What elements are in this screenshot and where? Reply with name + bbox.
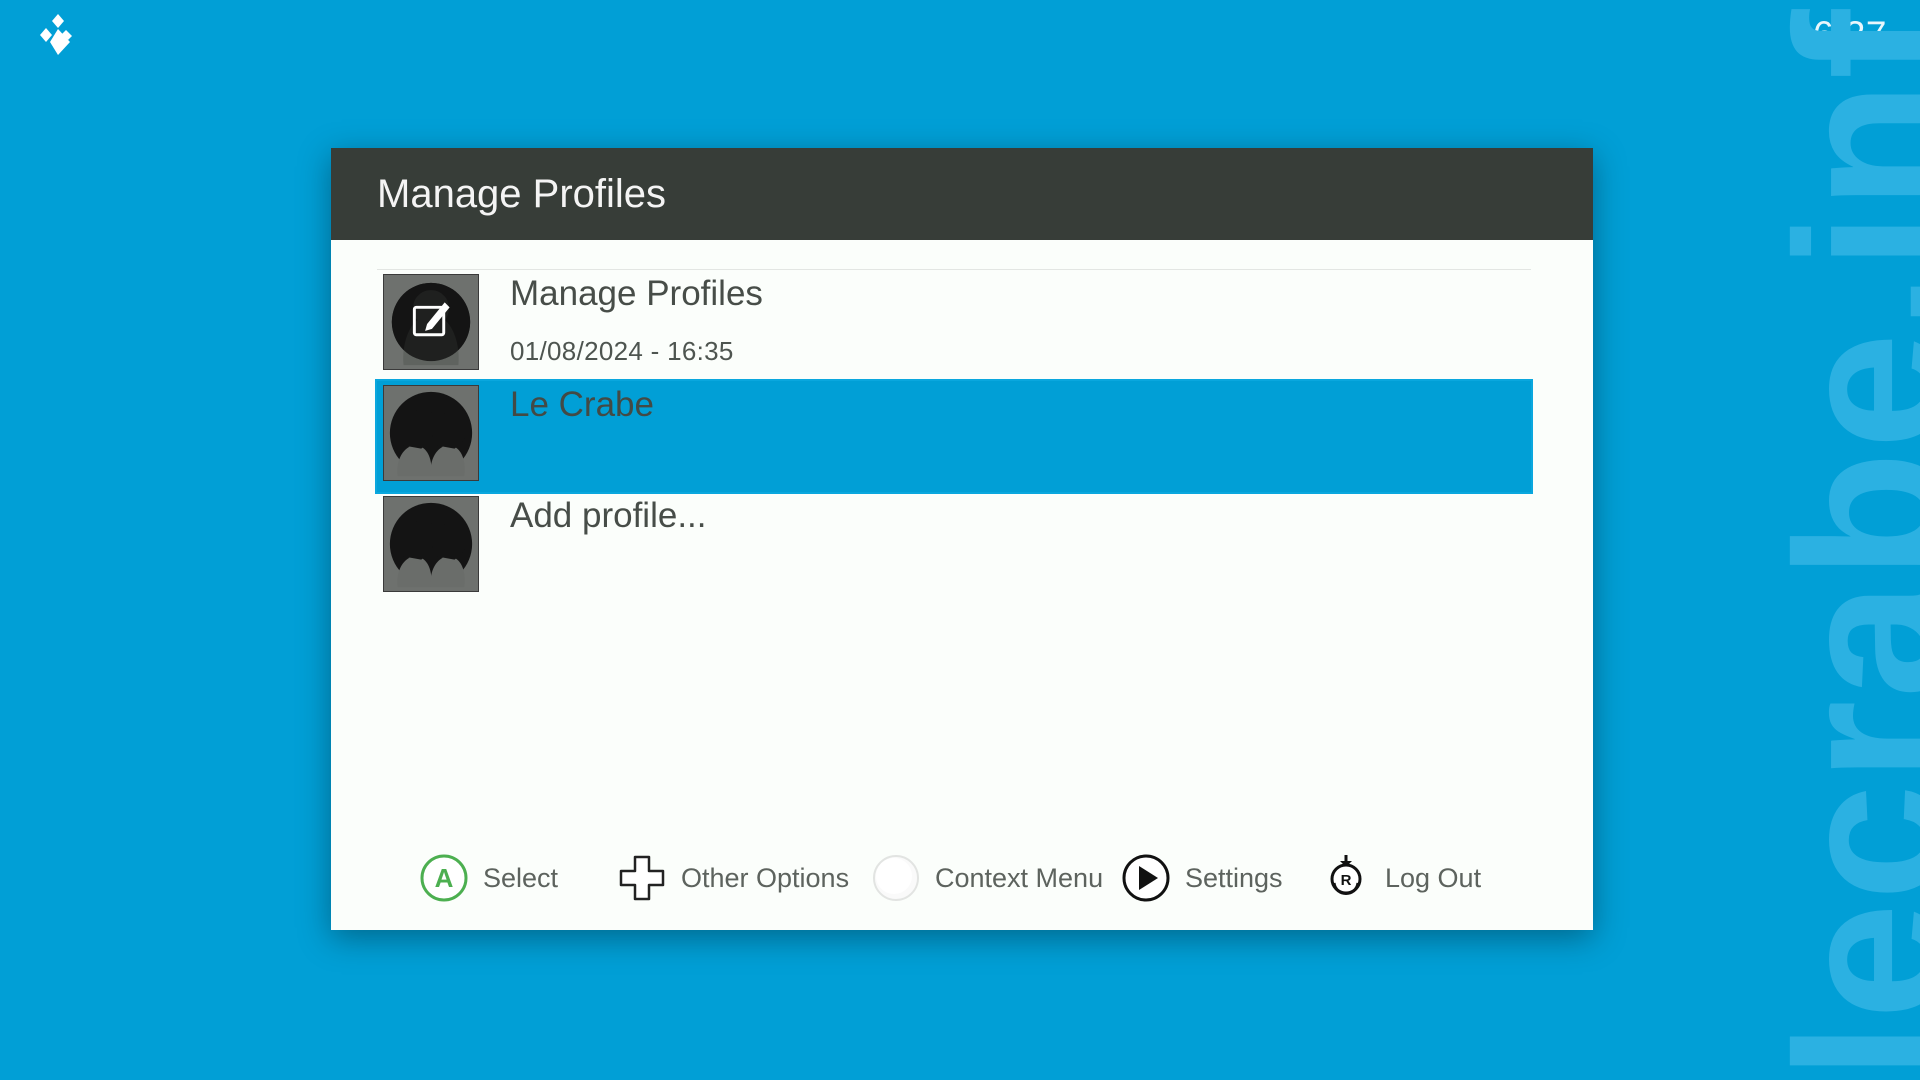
profile-avatar-icon: [383, 385, 479, 481]
a-button-icon: A: [420, 854, 468, 902]
start-button-icon: [1122, 854, 1170, 902]
list-item-le-crabe[interactable]: Le Crabe: [375, 379, 1533, 494]
list-item-title: Add profile...: [510, 496, 707, 535]
list-item-title: Manage Profiles: [510, 274, 763, 313]
white-button-icon: [873, 855, 919, 901]
hint-label: Log Out: [1385, 862, 1482, 893]
list-item-add-profile[interactable]: Add profile...: [377, 492, 1531, 603]
right-stick-icon: R: [1330, 855, 1362, 895]
hint-settings[interactable]: Settings: [1121, 848, 1283, 908]
profile-list: Manage Profiles 01/08/2024 - 16:35 Le Cr…: [375, 269, 1533, 603]
hint-label: Context Menu: [935, 862, 1104, 893]
hint-context-menu[interactable]: Context Menu: [871, 848, 1103, 908]
hint-label: Settings: [1185, 862, 1283, 893]
list-item-title: Le Crabe: [510, 385, 654, 424]
profile-avatar-icon: [383, 496, 479, 592]
profile-edit-icon: [383, 274, 479, 370]
list-item-subtitle: 01/08/2024 - 16:35: [510, 336, 734, 366]
dialog-title: Manage Profiles: [377, 171, 667, 216]
button-hints-bar: A Select Other Options Context Menu Sett…: [331, 848, 1593, 908]
svg-text:R: R: [1341, 872, 1352, 889]
dialog-header: Manage Profiles: [331, 148, 1593, 240]
manage-profiles-dialog: Manage Profiles Manage Profiles 01/08/20…: [331, 148, 1593, 930]
hint-other-options[interactable]: Other Options: [617, 848, 849, 908]
list-item-manage-profiles[interactable]: Manage Profiles 01/08/2024 - 16:35: [377, 270, 1531, 381]
hint-select[interactable]: A Select: [419, 848, 558, 908]
hint-log-out[interactable]: R Log Out: [1321, 848, 1481, 908]
hint-label: Select: [483, 862, 559, 893]
dpad-icon: [619, 855, 665, 901]
hint-label: Other Options: [681, 862, 850, 893]
watermark: lecrabe.info: [1752, 0, 1920, 1080]
kodi-logo-icon: [40, 14, 72, 55]
svg-text:A: A: [435, 863, 454, 893]
